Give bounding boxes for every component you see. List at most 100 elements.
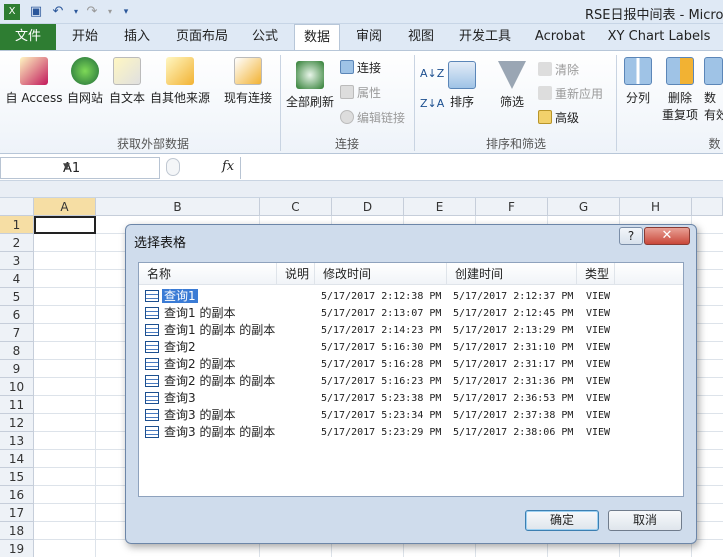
column-header-filler [615, 263, 683, 285]
existing-connections-button[interactable]: 现有连接 [220, 57, 276, 106]
tab-insert[interactable]: 插入 [114, 24, 160, 50]
row-header[interactable]: 12 [0, 414, 34, 432]
sort-za-button[interactable]: Z↓A [420, 97, 444, 110]
tab-file[interactable]: 文件 [0, 24, 56, 50]
column-header-type[interactable]: 类型 [577, 263, 615, 285]
row-header[interactable]: 4 [0, 270, 34, 288]
tab-view[interactable]: 视图 [398, 24, 444, 50]
customize-toolbar-icon[interactable]: ▾ [118, 4, 134, 20]
list-item[interactable]: 查询1 的副本 5/17/2017 2:13:07 PM 5/17/2017 2… [139, 305, 683, 322]
sort-button[interactable]: 排序 [444, 61, 480, 110]
properties-button[interactable]: 属性 [340, 84, 381, 101]
sort-az-button[interactable]: A↓Z [420, 67, 444, 80]
active-cell[interactable] [34, 216, 96, 234]
row-header[interactable]: 13 [0, 432, 34, 450]
tab-page-layout[interactable]: 页面布局 [168, 24, 236, 50]
row-header[interactable]: 10 [0, 378, 34, 396]
insert-function-icon[interactable]: fx [222, 159, 234, 174]
row-header[interactable]: 8 [0, 342, 34, 360]
close-icon[interactable]: ✕ [644, 227, 690, 245]
tab-developer[interactable]: 开发工具 [452, 24, 518, 50]
row-header[interactable]: 5 [0, 288, 34, 306]
cancel-button[interactable]: 取消 [608, 510, 682, 531]
column-header[interactable]: C [260, 198, 332, 216]
group-label-sort-filter: 排序和筛选 [485, 137, 546, 151]
help-icon[interactable]: ? [619, 227, 643, 245]
row-header[interactable]: 17 [0, 504, 34, 522]
filter-button[interactable]: 筛选 [494, 61, 530, 110]
column-header[interactable] [692, 198, 723, 216]
row-header[interactable]: 14 [0, 450, 34, 468]
from-other-sources-button[interactable]: 自其他来源 [148, 57, 212, 106]
ok-button[interactable]: 确定 [525, 510, 599, 531]
row-header[interactable]: 7 [0, 324, 34, 342]
column-header[interactable]: H [620, 198, 692, 216]
select-all-corner[interactable] [0, 198, 34, 216]
list-item[interactable]: 查询1 的副本 的副本 5/17/2017 2:14:23 PM 5/17/20… [139, 322, 683, 339]
from-text-button[interactable]: 自文本 [106, 57, 148, 106]
column-header[interactable]: B [96, 198, 260, 216]
formula-bar-spacer [0, 181, 723, 198]
name-box[interactable]: A1 ▼ [0, 157, 160, 179]
undo-dropdown-icon[interactable]: ▾ [68, 4, 84, 20]
column-header[interactable]: E [404, 198, 476, 216]
chevron-down-icon[interactable]: ▼ [63, 162, 155, 172]
column-header-description[interactable]: 说明 [277, 263, 315, 285]
remove-duplicates-button[interactable]: 删除 重复项 [660, 57, 700, 123]
globe-icon [71, 57, 99, 85]
save-icon[interactable]: ▣ [28, 4, 44, 20]
row-header[interactable]: 16 [0, 486, 34, 504]
undo-icon[interactable]: ↶ [50, 4, 66, 20]
row-header[interactable]: 19 [0, 540, 34, 557]
list-item[interactable]: 查询2 的副本 的副本 5/17/2017 5:16:23 PM 5/17/20… [139, 373, 683, 390]
list-item[interactable]: 查询2 的副本 5/17/2017 5:16:28 PM 5/17/2017 2… [139, 356, 683, 373]
redo-dropdown-icon[interactable]: ▾ [102, 4, 118, 20]
column-header-modified[interactable]: 修改时间 [315, 263, 447, 285]
row-header[interactable]: 15 [0, 468, 34, 486]
column-header[interactable]: G [548, 198, 620, 216]
text-to-columns-button[interactable]: 分列 [620, 57, 656, 106]
list-item[interactable]: 查询3 5/17/2017 5:23:38 PM 5/17/2017 2:36:… [139, 390, 683, 407]
column-header[interactable]: A [34, 198, 96, 216]
list-item[interactable]: 查询3 的副本 的副本 5/17/2017 5:23:29 PM 5/17/20… [139, 424, 683, 441]
clear-filter-button[interactable]: 清除 [538, 61, 579, 78]
group-label-connections: 连接 [334, 137, 359, 151]
row-header[interactable]: 9 [0, 360, 34, 378]
tab-xy-chart-labels[interactable]: XY Chart Labels [604, 24, 714, 50]
column-header[interactable]: F [476, 198, 548, 216]
refresh-all-button[interactable]: 全部刷新 [284, 61, 336, 110]
connections-icon [340, 60, 354, 74]
row-header[interactable]: 6 [0, 306, 34, 324]
resize-handle-icon[interactable] [166, 158, 180, 176]
reapply-button[interactable]: 重新应用 [538, 85, 603, 102]
tab-formulas[interactable]: 公式 [242, 24, 288, 50]
row-header[interactable]: 2 [0, 234, 34, 252]
list-item[interactable]: 查询3 的副本 5/17/2017 5:23:34 PM 5/17/2017 2… [139, 407, 683, 424]
group-label-data-tools: 数 [708, 137, 721, 151]
tab-review[interactable]: 审阅 [346, 24, 392, 50]
list-item[interactable]: 查询2 5/17/2017 5:16:30 PM 5/17/2017 2:31:… [139, 339, 683, 356]
row-header[interactable]: 18 [0, 522, 34, 540]
tab-acrobat[interactable]: Acrobat [526, 24, 594, 50]
list-item[interactable]: 查询1 5/17/2017 2:12:38 PM 5/17/2017 2:12:… [139, 288, 683, 305]
tab-home[interactable]: 开始 [62, 24, 108, 50]
group-separator [616, 55, 617, 151]
from-web-button[interactable]: 自网站 [64, 57, 106, 106]
connections-button[interactable]: 连接 [340, 59, 381, 76]
data-validation-button[interactable]: 数 有效 [704, 57, 723, 123]
group-label-get-external-data: 获取外部数据 [116, 137, 189, 151]
column-header-name[interactable]: 名称 [139, 263, 277, 285]
advanced-filter-button[interactable]: 高级 [538, 109, 579, 126]
edit-links-button[interactable]: 编辑链接 [340, 109, 405, 126]
tab-data[interactable]: 数据 [294, 24, 340, 51]
row-header[interactable]: 1 [0, 216, 34, 234]
window-title: RSE日报中间表 - Micro [585, 8, 723, 23]
from-access-button[interactable]: 自 Access [4, 57, 64, 106]
column-header[interactable]: D [332, 198, 404, 216]
redo-icon[interactable]: ↷ [84, 4, 100, 20]
formula-input[interactable] [240, 157, 723, 179]
row-header[interactable]: 11 [0, 396, 34, 414]
column-header-created[interactable]: 创建时间 [447, 263, 577, 285]
row-header[interactable]: 3 [0, 252, 34, 270]
table-list[interactable]: 名称 说明 修改时间 创建时间 类型 查询1 5/17/2017 2:12:38… [138, 262, 684, 497]
